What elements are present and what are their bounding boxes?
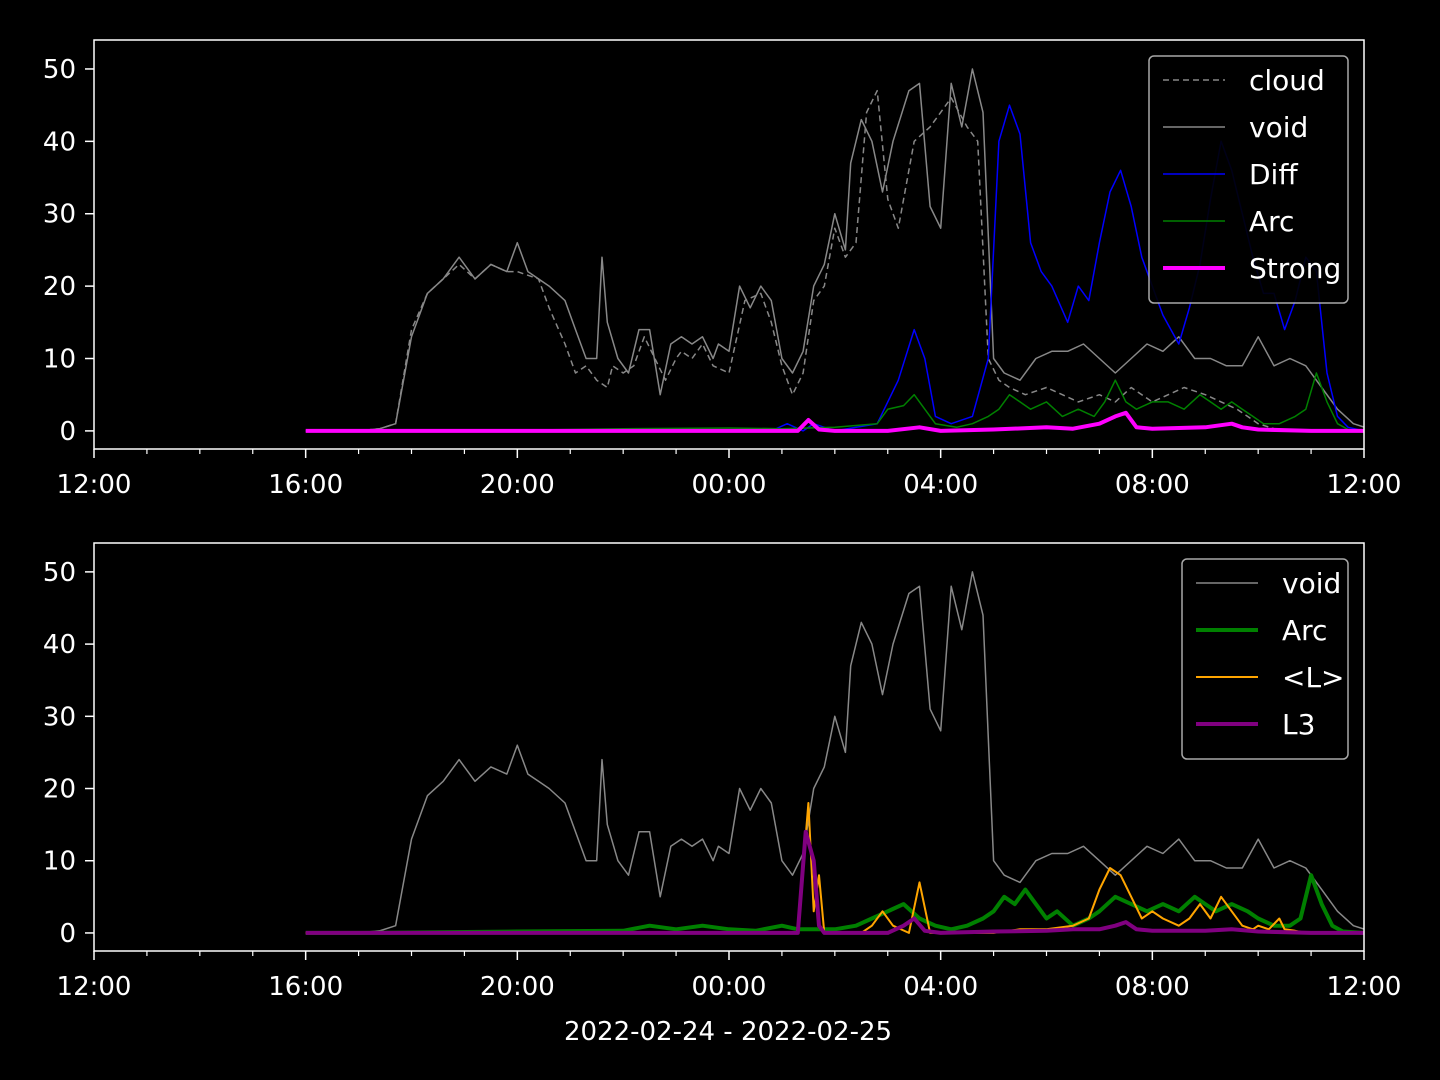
y-tick-label: 10 xyxy=(43,345,76,375)
x-tick-label: 20:00 xyxy=(480,972,555,1002)
x-tick-label: 12:00 xyxy=(1327,972,1402,1002)
legend-label-cloud: cloud xyxy=(1249,64,1325,97)
x-tick-label: 12:00 xyxy=(57,470,132,500)
y-tick-label: 0 xyxy=(59,919,76,949)
x-tick-label: 16:00 xyxy=(268,972,343,1002)
x-axis-title: 2022-02-24 - 2022-02-25 xyxy=(564,1017,892,1047)
x-tick-label: 04:00 xyxy=(903,470,978,500)
x-tick-label: 08:00 xyxy=(1115,972,1190,1002)
x-tick-label: 12:00 xyxy=(57,972,132,1002)
chart-figure: 12:00 16:00 20:00 00:00 04:00 08:00 12:00 0 10 2… xyxy=(0,0,1440,1080)
legend-label-arc: Arc xyxy=(1249,205,1294,238)
legend-label-void: void xyxy=(1282,567,1341,600)
top-legend: cloud void Diff Arc Strong xyxy=(1148,55,1349,304)
y-tick-label: 20 xyxy=(43,272,76,302)
y-tick-label: 40 xyxy=(43,630,76,660)
legend-label-diff: Diff xyxy=(1249,158,1298,191)
legend-label-void: void xyxy=(1249,111,1308,144)
bottom-legend: void Arc <L> L3 xyxy=(1181,558,1349,760)
legend-label-strong: Strong xyxy=(1249,252,1341,285)
legend-label-l: <L> xyxy=(1282,661,1345,694)
y-tick-label: 50 xyxy=(43,55,76,85)
legend-label-arc: Arc xyxy=(1282,614,1327,647)
y-tick-label: 30 xyxy=(43,200,76,230)
y-tick-label: 10 xyxy=(43,847,76,877)
x-tick-label: 16:00 xyxy=(268,470,343,500)
x-tick-label: 20:00 xyxy=(480,470,555,500)
x-tick-label: 04:00 xyxy=(903,972,978,1002)
y-tick-label: 40 xyxy=(43,127,76,157)
x-tick-label: 08:00 xyxy=(1115,470,1190,500)
y-tick-label: 0 xyxy=(59,417,76,447)
y-tick-label: 30 xyxy=(43,702,76,732)
y-tick-label: 20 xyxy=(43,775,76,805)
y-tick-label: 50 xyxy=(43,558,76,588)
legend-label-l3: L3 xyxy=(1282,708,1315,741)
x-tick-label: 00:00 xyxy=(692,972,767,1002)
x-tick-label: 12:00 xyxy=(1327,470,1402,500)
x-tick-label: 00:00 xyxy=(692,470,767,500)
